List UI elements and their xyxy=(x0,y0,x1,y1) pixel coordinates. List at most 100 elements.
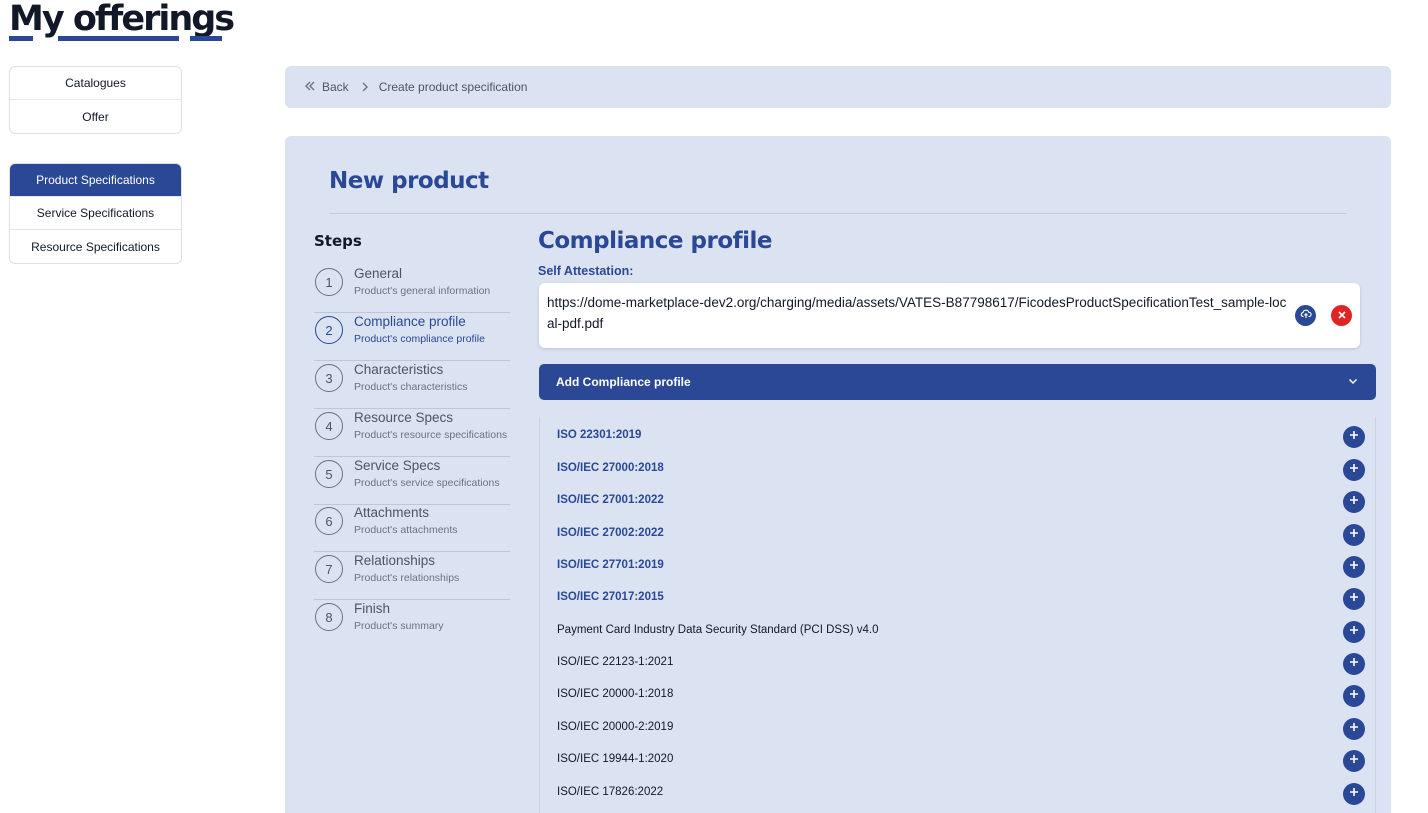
plus-icon xyxy=(1348,428,1360,446)
step-label: Resource Specs xyxy=(354,410,454,425)
certification-row: ISO/IEC 27017:2015 xyxy=(540,581,1377,613)
upload-button[interactable] xyxy=(1295,305,1316,326)
add-certification-button[interactable] xyxy=(1343,556,1365,578)
page-title: My offerings xyxy=(9,0,235,39)
step-service-specs[interactable]: 5 Service Specs Product's service specif… xyxy=(314,457,510,505)
plus-icon xyxy=(1348,558,1360,576)
certification-row: ISO/IEC 22123-1:2021 xyxy=(540,646,1377,678)
step-sub: Product's general information xyxy=(354,285,491,297)
add-certification-button[interactable] xyxy=(1343,750,1365,772)
plus-icon xyxy=(1348,655,1360,673)
add-certification-button[interactable] xyxy=(1343,718,1365,740)
certification-name: ISO/IEC 19944-1:2020 xyxy=(557,753,674,765)
back-label: Back xyxy=(322,80,349,94)
plus-icon xyxy=(1348,461,1360,479)
certification-row: ISO 22301:2019 xyxy=(540,419,1377,451)
step-label: Relationships xyxy=(354,553,436,568)
cloud-upload-icon xyxy=(1300,307,1312,325)
certification-name: ISO/IEC 20000-1:2018 xyxy=(557,688,674,700)
self-attestation-label: Self Attestation: xyxy=(538,264,634,278)
step-general[interactable]: 1 General Product's general information xyxy=(314,265,510,313)
sidebar-item-service-specifications[interactable]: Service Specifications xyxy=(10,197,181,230)
chevron-down-icon xyxy=(1347,375,1359,390)
step-resource-specs[interactable]: 4 Resource Specs Product's resource spec… xyxy=(314,409,510,457)
step-relationships[interactable]: 7 Relationships Product's relationships xyxy=(314,552,510,600)
step-sub: Product's service specifications xyxy=(354,477,500,489)
new-product-heading: New product xyxy=(329,168,489,194)
add-certification-button[interactable] xyxy=(1343,491,1365,513)
compliance-profile-title: Compliance profile xyxy=(538,228,773,254)
step-sub: Product's summary xyxy=(354,620,444,632)
step-sub: Product's compliance profile xyxy=(354,333,485,345)
step-label: Attachments xyxy=(354,505,430,520)
certification-name: ISO/IEC 22123-1:2021 xyxy=(557,656,674,668)
step-label: Service Specs xyxy=(354,458,441,473)
step-number: 6 xyxy=(315,507,343,535)
certification-row: ISO/IEC 20000-1:2018 xyxy=(540,678,1377,710)
step-number: 5 xyxy=(315,460,343,488)
sidebar-item-resource-specifications[interactable]: Resource Specifications xyxy=(10,230,181,263)
sidebar-item-product-specifications[interactable]: Product Specifications xyxy=(10,164,181,197)
title-underline-1 xyxy=(9,36,33,41)
chevron-right-icon xyxy=(361,81,369,93)
sidebar-item-offer[interactable]: Offer xyxy=(10,100,181,133)
add-certification-button[interactable] xyxy=(1343,685,1365,707)
close-icon xyxy=(1337,307,1347,325)
certification-row: ISO/IEC 27002:2022 xyxy=(540,517,1377,549)
add-certification-button[interactable] xyxy=(1343,524,1365,546)
title-underline-3 xyxy=(190,36,222,41)
plus-icon xyxy=(1348,785,1360,803)
step-sub: Product's relationships xyxy=(354,572,460,584)
back-link[interactable]: Back xyxy=(304,80,349,95)
certification-name: ISO 22301:2019 xyxy=(557,429,642,441)
step-number: 1 xyxy=(315,268,343,296)
add-certification-button[interactable] xyxy=(1343,459,1365,481)
sidebar-spec-menu: Product Specifications Service Specifica… xyxy=(9,163,182,264)
steps-title: Steps xyxy=(314,232,362,250)
breadcrumb: Back Create product specification xyxy=(285,66,1391,108)
plus-icon xyxy=(1348,526,1360,544)
add-certification-button[interactable] xyxy=(1343,653,1365,675)
certification-name: ISO/IEC 27000:2018 xyxy=(557,462,664,474)
step-label: Characteristics xyxy=(354,362,444,377)
step-number: 4 xyxy=(315,412,343,440)
plus-icon xyxy=(1348,752,1360,770)
sidebar-top-menu: Catalogues Offer xyxy=(9,66,182,134)
sidebar-item-catalogues[interactable]: Catalogues xyxy=(10,67,181,100)
certification-name: ISO/IEC 20000-2:2019 xyxy=(557,721,674,733)
add-certification-button[interactable] xyxy=(1343,426,1365,448)
certification-name: ISO/IEC 27701:2019 xyxy=(557,559,664,571)
plus-icon xyxy=(1348,623,1360,641)
certification-row: ISO/IEC 17826:2022 xyxy=(540,776,1377,808)
step-compliance-profile[interactable]: 2 Compliance profile Product's complianc… xyxy=(314,313,510,361)
step-number: 7 xyxy=(315,555,343,583)
self-attestation-url: https://dome-marketplace-dev2.org/chargi… xyxy=(547,295,1287,331)
step-number: 8 xyxy=(315,603,343,631)
main-panel: New product Steps 1 General Product's ge… xyxy=(285,136,1391,813)
step-label: General xyxy=(354,266,403,281)
step-label: Finish xyxy=(354,601,391,616)
step-attachments[interactable]: 6 Attachments Product's attachments xyxy=(314,504,510,552)
step-finish[interactable]: 8 Finish Product's summary xyxy=(314,600,510,648)
plus-icon xyxy=(1348,590,1360,608)
remove-file-button[interactable] xyxy=(1331,305,1352,326)
breadcrumb-current: Create product specification xyxy=(378,80,528,94)
double-chevron-left-icon xyxy=(304,80,316,95)
step-label: Compliance profile xyxy=(354,314,466,329)
certification-row: ISO/IEC 19944-1:2020 xyxy=(540,743,1377,775)
step-number: 2 xyxy=(315,316,343,344)
plus-icon xyxy=(1348,720,1360,738)
add-certification-button[interactable] xyxy=(1343,621,1365,643)
certification-name: ISO/IEC 27001:2022 xyxy=(557,494,664,506)
certification-row: ISO/IEC 27701:2019 xyxy=(540,549,1377,581)
certification-row: ISO/IEC 20000-2:2019 xyxy=(540,711,1377,743)
title-underline-2 xyxy=(58,36,179,41)
plus-icon xyxy=(1348,493,1360,511)
add-compliance-profile-toggle[interactable]: Add Compliance profile xyxy=(539,364,1376,400)
certification-list: ISO 22301:2019 ISO/IEC 27000:2018 ISO/IEC … xyxy=(539,417,1376,813)
step-characteristics[interactable]: 3 Characteristics Product's characterist… xyxy=(314,361,510,409)
step-sub: Product's attachments xyxy=(354,524,458,536)
add-certification-button[interactable] xyxy=(1343,588,1365,610)
add-certification-button[interactable] xyxy=(1343,783,1365,805)
certification-row: ISO/IEC 27001:2022 xyxy=(540,484,1377,516)
